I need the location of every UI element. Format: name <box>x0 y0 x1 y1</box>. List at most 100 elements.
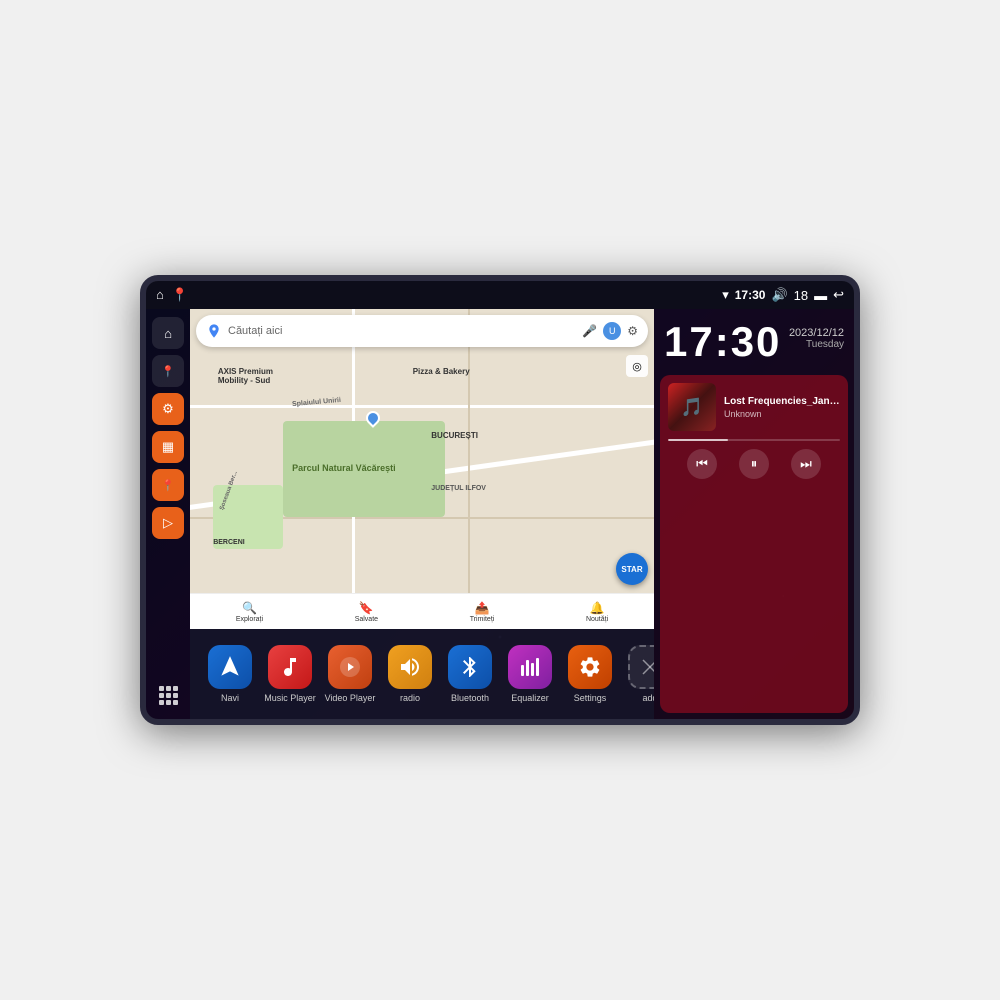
saved-label: Salvate <box>355 616 378 623</box>
news-icon: 🔔 <box>590 601 605 615</box>
sidebar-navigate-button[interactable]: ▷ <box>152 507 184 539</box>
status-bar: ⌂ 📍 ▾ 17:30 🔊 18 ▬ ↩ <box>146 281 854 309</box>
sidebar-files-button[interactable]: ▦ <box>152 431 184 463</box>
sidebar-location-button[interactable]: 📍 <box>152 469 184 501</box>
bluetooth-label: Bluetooth <box>451 693 489 703</box>
map-label-berceni: BERCENI <box>213 539 245 546</box>
explore-label: Explorați <box>236 616 263 623</box>
app-navi[interactable]: Navi <box>200 645 260 703</box>
sidebar-settings-button[interactable]: ⚙ <box>152 393 184 425</box>
bottom-apps-bar: Navi Music Player <box>190 629 654 719</box>
app-settings[interactable]: Settings <box>560 645 620 703</box>
next-icon: ⏭ <box>800 456 812 472</box>
sidebar-bottom <box>152 679 184 711</box>
main-content: ⌂ 📍 ⚙ ▦ 📍 ▷ <box>146 309 854 719</box>
map-label-park: Parcul Natural Văcărești <box>292 463 396 473</box>
maps-settings-icon[interactable]: ⚙ <box>627 324 638 338</box>
map-label-pizza: Pizza & Bakery <box>413 367 470 376</box>
battery-icon: ▬ <box>814 288 827 303</box>
maps-search-bar[interactable]: Căutați aici 🎤 U ⚙ <box>196 315 648 347</box>
clock-date: 2023/12/12 <box>789 327 844 339</box>
app-music-player[interactable]: Music Player <box>260 645 320 703</box>
maps-search-text[interactable]: Căutați aici <box>228 325 576 337</box>
equalizer-label: Equalizer <box>511 693 549 703</box>
maps-nav-news[interactable]: 🔔 Noutăți <box>586 601 608 623</box>
wifi-icon: ▾ <box>722 287 729 303</box>
video-player-icon-wrapper <box>328 645 372 689</box>
explore-icon: 🔍 <box>242 601 257 615</box>
star-label: STAR <box>621 565 642 574</box>
music-top-area: 🎵 Lost Frequencies_Janie... Unknown <box>660 375 848 439</box>
next-track-button[interactable]: ⏭ <box>791 449 821 479</box>
grid-dots-icon <box>159 686 178 705</box>
video-player-label: Video Player <box>325 693 376 703</box>
maps-bottom-nav: 🔍 Explorați 🔖 Salvate 📤 Trimiteți � <box>190 593 654 629</box>
music-thumbnail-icon: 🎵 <box>681 397 703 418</box>
map-pin-icon: 📍 <box>161 365 175 378</box>
clock-section: 17:30 2023/12/12 Tuesday <box>654 309 854 371</box>
map-location-button[interactable]: ◎ <box>626 355 648 377</box>
app-bluetooth[interactable]: Bluetooth <box>440 645 500 703</box>
device-frame: ⌂ 📍 ▾ 17:30 🔊 18 ▬ ↩ ⌂ 📍 ⚙ ▦ <box>140 275 860 725</box>
left-sidebar: ⌂ 📍 ⚙ ▦ 📍 ▷ <box>146 309 190 719</box>
music-player-icon-wrapper <box>268 645 312 689</box>
map-label-ilfov: JUDEȚUL ILFOV <box>431 485 486 492</box>
map-container[interactable]: AXIS PremiumMobility - Sud Pizza & Baker… <box>190 309 654 629</box>
music-note-icon <box>278 655 302 679</box>
center-area: AXIS PremiumMobility - Sud Pizza & Baker… <box>190 309 654 719</box>
back-icon[interactable]: ↩ <box>833 287 844 303</box>
settings-icon-wrapper <box>568 645 612 689</box>
navi-icon-wrapper <box>208 645 252 689</box>
microphone-icon[interactable]: 🎤 <box>582 324 597 338</box>
files-icon: ▦ <box>162 439 174 455</box>
play-button-icon <box>338 655 362 679</box>
bluetooth-symbol-icon <box>458 655 482 679</box>
app-radio[interactable]: radio <box>380 645 440 703</box>
app-equalizer[interactable]: Equalizer <box>500 645 560 703</box>
map-background: AXIS PremiumMobility - Sud Pizza & Baker… <box>190 309 654 629</box>
battery-num: 18 <box>794 288 808 303</box>
clock-time: 17:30 <box>664 321 781 363</box>
grid-button[interactable] <box>152 679 184 711</box>
map-section: AXIS PremiumMobility - Sud Pizza & Baker… <box>190 309 654 629</box>
album-art-inner: 🎵 <box>668 383 716 431</box>
settings-label: Settings <box>574 693 607 703</box>
news-label: Noutăți <box>586 616 608 623</box>
music-title: Lost Frequencies_Janie... <box>724 396 840 407</box>
music-controls: ⏮ ⏸ ⏭ <box>660 441 848 487</box>
prev-icon: ⏮ <box>696 456 708 472</box>
radio-label: radio <box>400 693 420 703</box>
share-label: Trimiteți <box>470 616 495 623</box>
maps-nav-explore[interactable]: 🔍 Explorați <box>236 601 263 623</box>
user-avatar-icon[interactable]: U <box>603 322 621 340</box>
status-right: ▾ 17:30 🔊 18 ▬ ↩ <box>722 287 844 303</box>
radio-wave-icon <box>398 655 422 679</box>
prev-track-button[interactable]: ⏮ <box>687 449 717 479</box>
music-artist: Unknown <box>724 409 840 419</box>
sidebar-home-button[interactable]: ⌂ <box>152 317 184 349</box>
home-icon: ⌂ <box>164 326 172 341</box>
plus-add-icon <box>638 655 654 679</box>
music-player-label: Music Player <box>264 693 316 703</box>
play-pause-icon: ⏸ <box>751 456 758 472</box>
radio-icon-wrapper <box>388 645 432 689</box>
map-label-axis: AXIS PremiumMobility - Sud <box>218 367 273 385</box>
equalizer-bars-icon <box>518 655 542 679</box>
sidebar-maps-button[interactable]: 📍 <box>152 355 184 387</box>
gear-icon: ⚙ <box>162 401 174 417</box>
maps-nav-saved[interactable]: 🔖 Salvate <box>355 601 378 623</box>
album-art: 🎵 <box>668 383 716 431</box>
maps-nav-share[interactable]: 📤 Trimiteți <box>470 601 495 623</box>
equalizer-icon-wrapper <box>508 645 552 689</box>
bluetooth-icon-wrapper <box>448 645 492 689</box>
crosshair-icon: ◎ <box>632 360 642 373</box>
volume-icon: 🔊 <box>771 287 787 303</box>
map-star-button[interactable]: STAR <box>616 553 648 585</box>
location-icon: 📍 <box>161 479 175 492</box>
app-video-player[interactable]: Video Player <box>320 645 380 703</box>
navi-label: Navi <box>221 693 239 703</box>
app-add[interactable]: add <box>620 645 654 703</box>
play-pause-button[interactable]: ⏸ <box>739 449 769 479</box>
maps-status-icon: 📍 <box>172 287 188 303</box>
right-panel: 17:30 2023/12/12 Tuesday 🎵 L <box>654 309 854 719</box>
